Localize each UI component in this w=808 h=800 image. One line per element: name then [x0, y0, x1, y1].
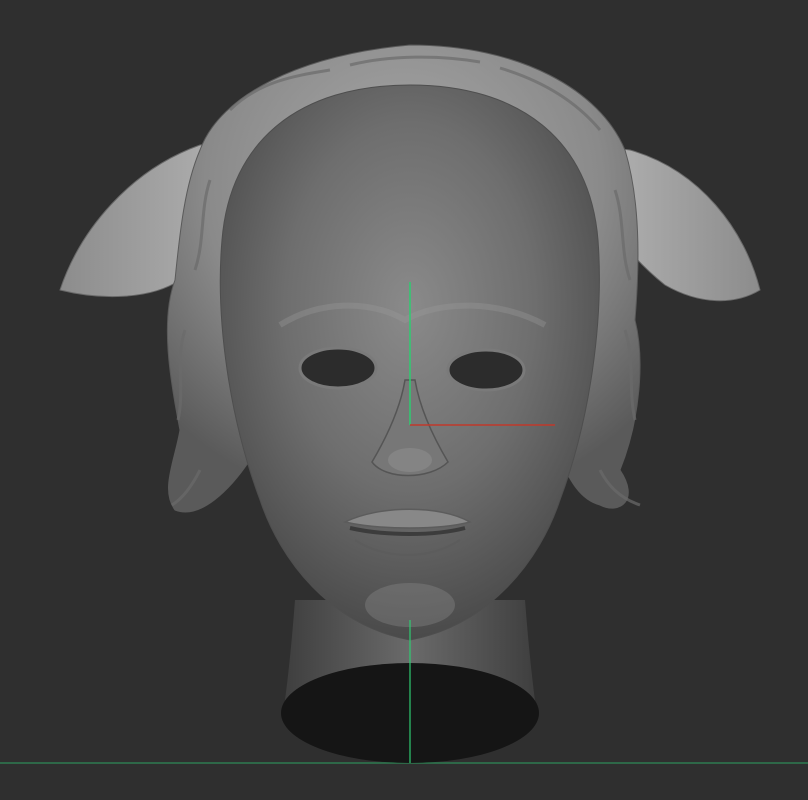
3d-viewport[interactable] — [0, 0, 808, 800]
right-eye-socket — [446, 348, 526, 392]
left-eye-socket — [298, 346, 378, 390]
viewport-canvas[interactable] — [0, 0, 808, 800]
nose-tip-highlight — [388, 448, 432, 472]
